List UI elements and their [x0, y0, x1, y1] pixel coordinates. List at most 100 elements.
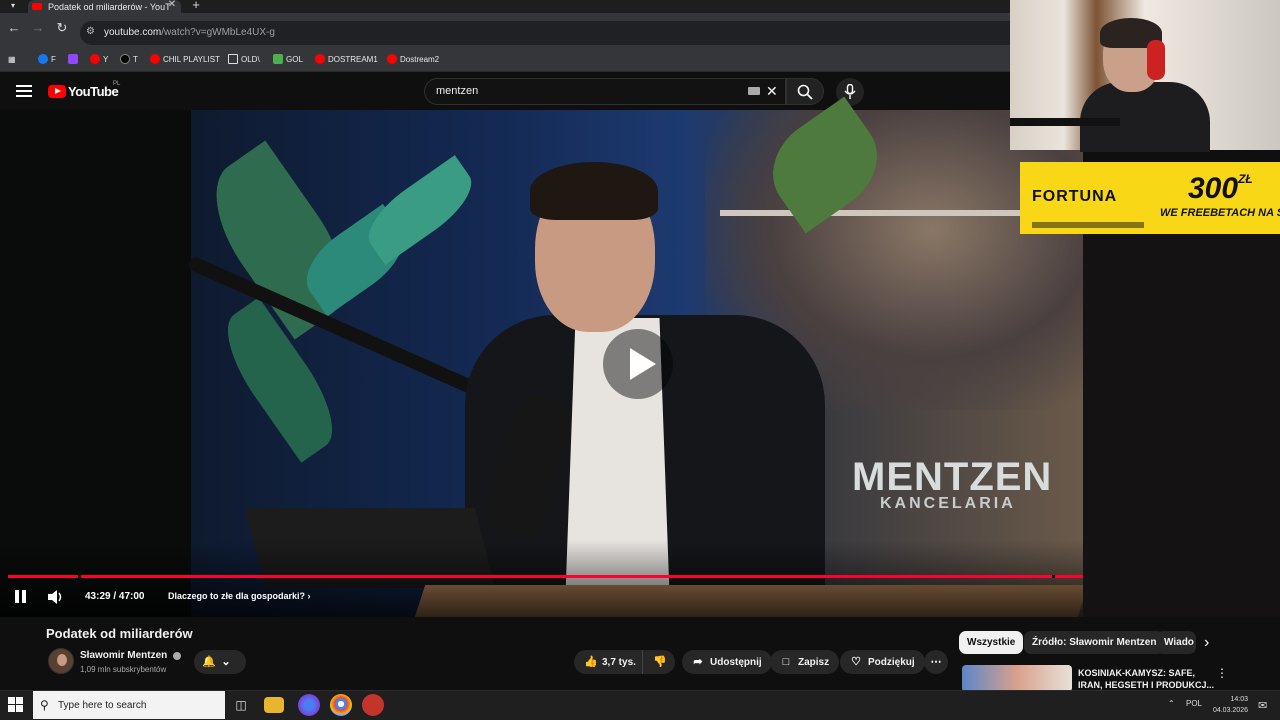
chip-all[interactable]: Wszystkie — [959, 631, 1024, 654]
microphone-icon — [844, 84, 856, 99]
task-view-icon[interactable]: ◫ — [230, 694, 252, 716]
chapter-title-button[interactable]: Dlaczego to złe dla gospodarki? › — [168, 591, 311, 601]
sponsor-tagline: WE FREEBETACH NA STAR — [1160, 207, 1280, 219]
more-actions-button[interactable]: ⋯ — [924, 650, 948, 674]
progress-played — [8, 575, 1132, 578]
heart-dollar-icon: ♡ — [851, 656, 861, 668]
streamer-mic-arm — [1010, 118, 1120, 126]
youtube-icon — [150, 54, 160, 64]
sponsor-brand: FORTUNA — [1032, 188, 1118, 205]
recommendation-menu-icon[interactable]: ⋮ — [1216, 666, 1228, 680]
apps-grid-icon[interactable]: ▦ — [8, 52, 16, 66]
search-input[interactable] — [424, 78, 786, 105]
youtube-icon — [90, 54, 100, 64]
pause-icon[interactable] — [14, 590, 28, 604]
big-play-button[interactable] — [603, 329, 673, 399]
tray-chevron-icon[interactable]: ⌃ — [1168, 699, 1175, 708]
more-horizontal-icon: ⋯ — [930, 656, 942, 668]
dislike-button[interactable]: 👎 — [642, 650, 675, 674]
bookmark-twitch[interactable] — [68, 52, 81, 66]
bookmark-folder-old[interactable]: OLD\ — [228, 52, 260, 66]
bookmark-facebook[interactable]: F — [38, 52, 56, 66]
tab-title: Podatek od miliarderów - YouT — [48, 1, 171, 12]
language-indicator[interactable]: POL — [1186, 699, 1202, 708]
thumbs-up-icon: 👍 — [584, 656, 598, 668]
save-button[interactable]: □ Zapisz — [770, 650, 840, 674]
chip-source-channel[interactable]: Źródło: Sławomir Mentzen — [1024, 631, 1165, 654]
verified-badge-icon — [173, 652, 181, 660]
video-title: Podatek od miliarderów — [46, 626, 193, 641]
keyboard-icon[interactable] — [748, 87, 760, 95]
wall-logo-text: MENTZEN — [852, 455, 1053, 499]
wall-logo-subtext: KANCELARIA — [880, 495, 1016, 512]
bookmark-gol[interactable]: GOL — [273, 52, 303, 66]
overlay-background — [1083, 234, 1280, 617]
x-icon — [120, 54, 130, 64]
recommendation-title[interactable]: KOSINIAK-KAMYSZ: SAFE, IRAN, HEGSETH I PR… — [1078, 667, 1214, 691]
share-button[interactable]: ➦ Udostępnij — [682, 650, 772, 674]
streamer-body — [1080, 82, 1210, 152]
gol-icon — [273, 54, 283, 64]
tab-close-icon[interactable]: ✕ — [166, 0, 178, 12]
bookmark-youtube[interactable]: Y — [90, 52, 108, 66]
file-explorer-icon[interactable] — [264, 697, 284, 713]
new-tab-icon[interactable]: + — [190, 0, 202, 11]
browser-tab[interactable]: Podatek od miliarderów - YouT — [28, 0, 181, 13]
streamer-headset — [1147, 40, 1165, 80]
site-info-icon[interactable]: ⚙ — [86, 26, 95, 37]
youtube-icon — [387, 54, 397, 64]
chip-news[interactable]: Wiado — [1156, 631, 1196, 654]
search-query[interactable]: mentzen — [436, 85, 478, 97]
bookmark-dostream2[interactable]: Dostream2 — [387, 52, 439, 66]
notifications-button[interactable]: 🔔 ⌄ — [194, 650, 246, 674]
clear-search-icon[interactable]: ✕ — [766, 83, 778, 100]
volume-icon[interactable] — [46, 587, 66, 607]
youtube-favicon-icon — [32, 3, 42, 10]
chrome-icon[interactable] — [330, 694, 352, 716]
recording-app-icon[interactable] — [362, 694, 384, 716]
chapter-marker — [78, 575, 81, 578]
bookmark-icon: □ — [782, 656, 790, 668]
messenger-icon[interactable] — [298, 694, 320, 716]
search-icon — [797, 84, 813, 100]
recommendation-thumbnail[interactable] — [962, 665, 1072, 692]
bookmark-chil-playlist[interactable]: CHIL PLAYLIST — [150, 52, 220, 66]
forward-arrow-icon[interactable]: → — [30, 19, 46, 37]
youtube-play-logo-icon — [48, 85, 66, 98]
address-url[interactable]: youtube.com/watch?v=gWMbLe4UX-g — [104, 27, 275, 38]
chapter-marker — [1052, 575, 1055, 578]
taskbar-clock[interactable]: 14:03 04.03.2026 — [1208, 694, 1248, 716]
youtube-logo[interactable]: YouTube — [48, 84, 119, 99]
controls-gradient — [0, 540, 1083, 617]
reload-icon[interactable]: ↻ — [54, 19, 70, 37]
menu-icon[interactable] — [16, 83, 32, 99]
channel-avatar[interactable] — [48, 648, 74, 674]
search-icon: ⚲ — [40, 698, 49, 712]
region-label: PL — [113, 81, 121, 87]
folder-icon — [228, 54, 238, 64]
speaker-hair — [530, 162, 658, 220]
back-arrow-icon[interactable]: ← — [6, 19, 22, 37]
subscriber-count: 1,09 mln subskrybentów — [80, 665, 167, 674]
notifications-icon[interactable]: ✉ — [1258, 699, 1267, 712]
like-button[interactable]: 👍 3,7 tys. — [574, 650, 646, 674]
search-button[interactable] — [786, 78, 824, 105]
twitch-icon — [68, 54, 78, 64]
thumbs-down-icon: 👎 — [653, 656, 667, 668]
bookmark-x[interactable]: T — [120, 52, 138, 66]
taskbar-search-placeholder[interactable]: Type here to search — [58, 700, 146, 711]
bell-icon: 🔔 — [202, 656, 216, 668]
thanks-button[interactable]: ♡ Podziękuj — [840, 650, 925, 674]
chevron-down-icon: ⌄ — [221, 656, 231, 668]
time-display: 43:29 / 47:00 — [85, 591, 145, 602]
windows-start-icon[interactable] — [8, 697, 24, 713]
channel-name[interactable]: Sławomir Mentzen — [80, 650, 167, 661]
sponsor-fine-print — [1032, 222, 1144, 228]
bookmark-dostream1[interactable]: DOSTREAM1 — [315, 52, 378, 66]
youtube-icon — [315, 54, 325, 64]
sponsor-amount: 300ZŁ — [1188, 172, 1253, 205]
chips-next-icon[interactable]: › — [1204, 634, 1209, 652]
share-icon: ➦ — [693, 656, 703, 668]
tab-search-icon[interactable]: ▾ — [6, 0, 20, 12]
facebook-icon — [38, 54, 48, 64]
